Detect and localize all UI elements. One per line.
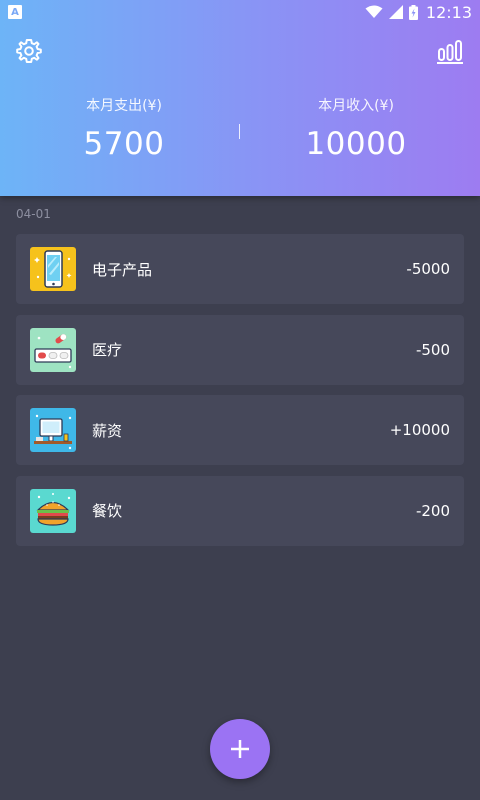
item-name: 医疗: [92, 341, 123, 359]
status-time: 12:13: [425, 2, 472, 22]
monthly-income: 本月收入(¥) 10000: [236, 96, 476, 166]
item-amount: -200: [415, 501, 450, 520]
monthly-expense: 本月支出(¥) 5700: [4, 96, 244, 166]
battery-charging-icon: [408, 4, 418, 20]
app-notification-icon: A: [8, 5, 22, 19]
salary-icon: [30, 408, 76, 452]
item-name: 电子产品: [92, 260, 153, 279]
status-bar: A 12:13: [0, 0, 480, 24]
item-amount: +10000: [389, 421, 450, 439]
income-value: 10000: [305, 126, 407, 162]
date-group-label: 04-01: [16, 207, 51, 221]
list-item[interactable]: 电子产品 -5000: [16, 234, 464, 304]
transaction-list: 电子产品 -5000 医疗 -500 薪资 +10000 餐饮 -200: [16, 234, 464, 556]
income-label: 本月收入(¥): [318, 98, 394, 114]
monthly-summary: 本月支出(¥) 5700 本月收入(¥) 10000: [0, 96, 480, 166]
wifi-icon: [365, 5, 383, 18]
settings-button[interactable]: [16, 38, 42, 64]
bar-chart-icon: [437, 40, 463, 64]
statistics-button[interactable]: [437, 40, 463, 64]
add-record-button[interactable]: [210, 719, 270, 779]
item-amount: -500: [415, 340, 450, 359]
item-name: 餐饮: [92, 502, 123, 520]
expense-value: 5700: [83, 126, 165, 162]
cell-signal-icon: [388, 5, 403, 19]
item-name: 薪资: [92, 421, 123, 440]
list-item[interactable]: 餐饮 -200: [16, 475, 464, 546]
summary-header: A 12:13 本月支出(¥) 5700 本月收入(¥) 10000: [0, 0, 480, 196]
food-icon: [30, 488, 76, 533]
item-amount: -5000: [406, 260, 450, 278]
list-item[interactable]: 薪资 +10000: [16, 395, 464, 465]
plus-icon: [231, 740, 249, 758]
gear-icon: [16, 39, 42, 63]
expense-label: 本月支出(¥): [86, 98, 162, 114]
electronics-icon: [30, 247, 76, 291]
list-item[interactable]: 医疗 -500: [16, 314, 464, 385]
medical-icon: [30, 327, 76, 372]
